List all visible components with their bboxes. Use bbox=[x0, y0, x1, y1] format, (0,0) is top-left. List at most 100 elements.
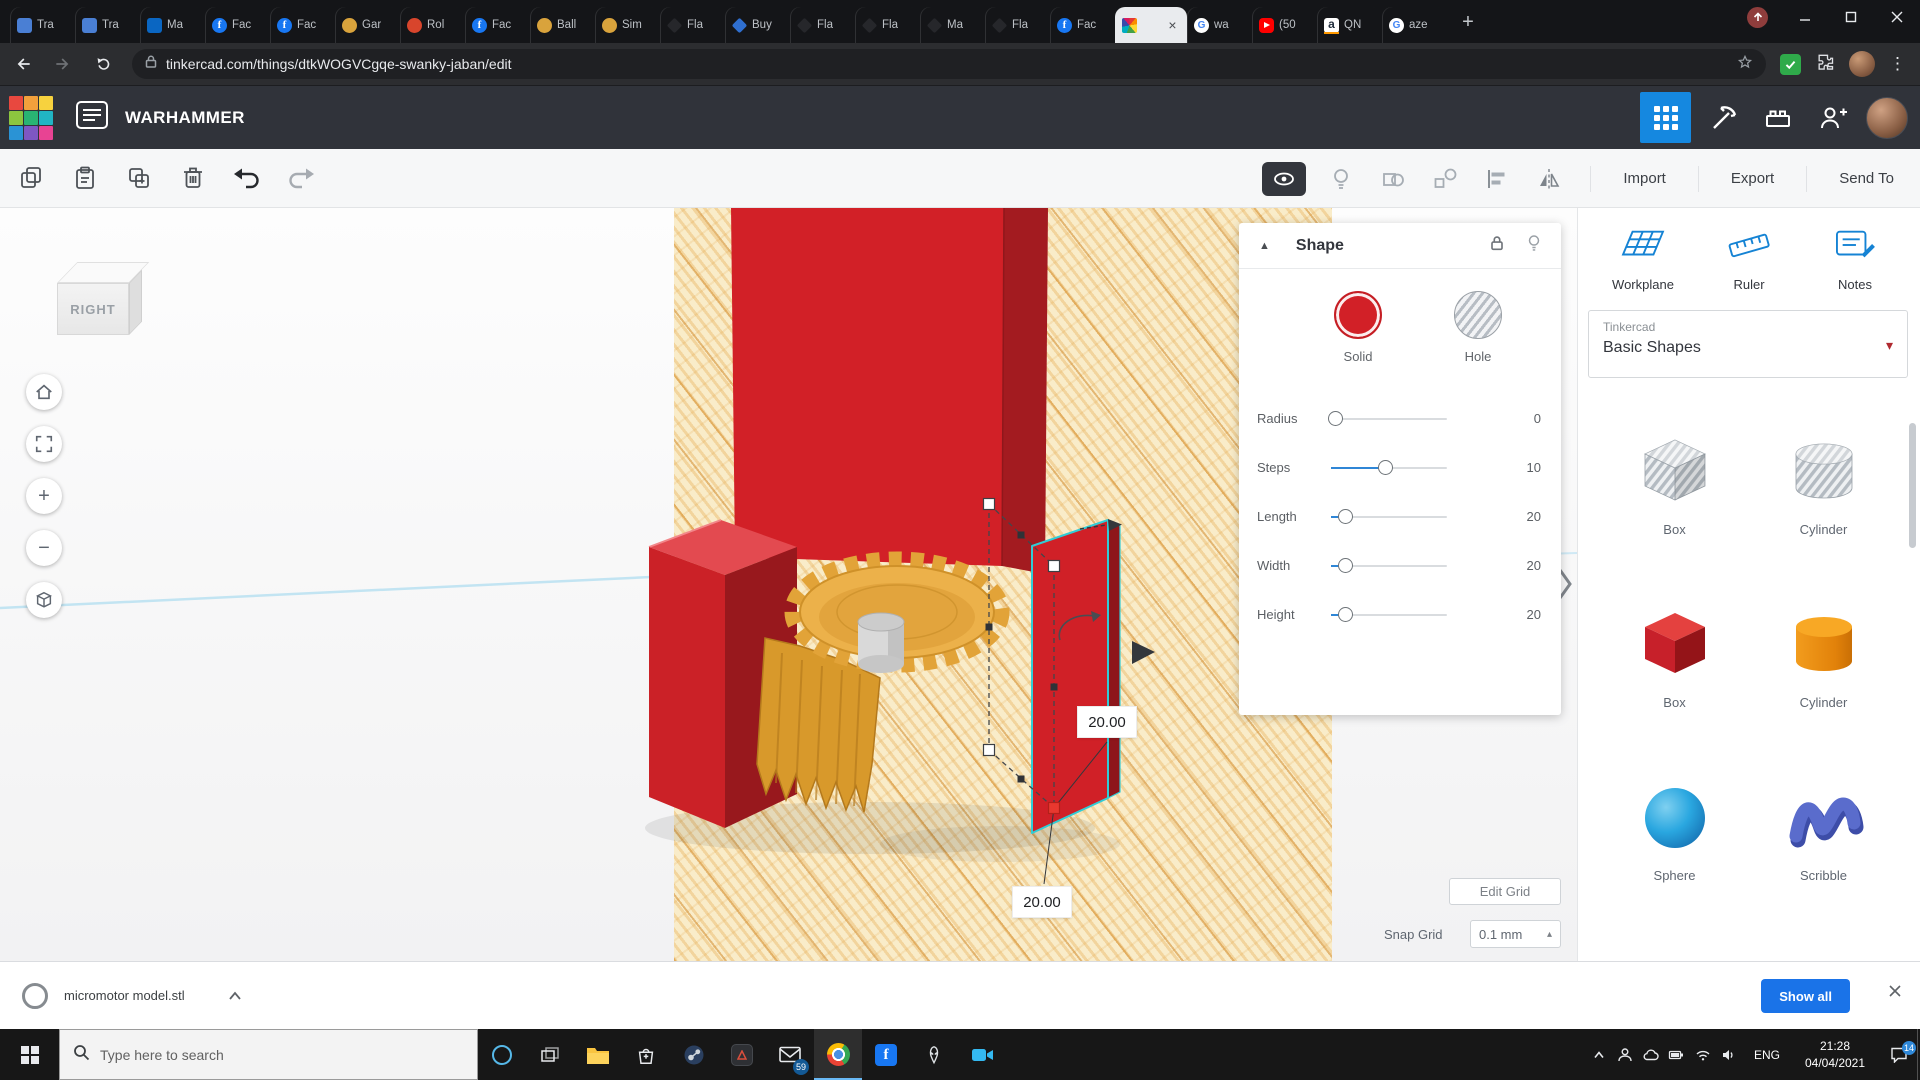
group-button[interactable] bbox=[1376, 162, 1410, 196]
solid-mode-button[interactable]: Solid bbox=[1313, 291, 1403, 364]
browser-tab[interactable]: Fac bbox=[205, 7, 270, 43]
browser-update-icon[interactable] bbox=[1747, 7, 1768, 28]
minecraft-pickaxe-icon[interactable] bbox=[1699, 94, 1746, 141]
teams-icon[interactable] bbox=[1612, 1047, 1638, 1063]
dimension-label-1[interactable]: 20.00 bbox=[1078, 707, 1136, 737]
browser-tab[interactable]: Tra bbox=[10, 7, 75, 43]
taskbar-clock[interactable]: 21:28 04/04/2021 bbox=[1792, 1038, 1878, 1070]
design-properties-icon[interactable] bbox=[75, 100, 109, 135]
action-center-icon[interactable]: 14 bbox=[1878, 1046, 1920, 1063]
download-item-menu-icon[interactable] bbox=[227, 989, 243, 1003]
shape-library-dropdown[interactable]: Tinkercad Basic Shapes ▾ bbox=[1588, 310, 1908, 378]
sidebar-scrollbar[interactable] bbox=[1909, 423, 1916, 548]
taskbar-search-input[interactable] bbox=[100, 1047, 430, 1063]
close-window-button[interactable] bbox=[1874, 0, 1920, 34]
url-omnibox[interactable]: tinkercad.com/things/dtkWOGVCgqe-swanky-… bbox=[132, 49, 1766, 79]
browser-tab[interactable]: Buy bbox=[725, 7, 790, 43]
shape-slider-row[interactable]: Steps 10 bbox=[1257, 443, 1541, 492]
download-filename[interactable]: micromotor model.stl bbox=[64, 988, 185, 1003]
view-cube-front-face[interactable]: RIGHT bbox=[57, 283, 129, 335]
zoom-out-button[interactable]: − bbox=[26, 530, 62, 566]
shape-item-scribble[interactable]: Scribble bbox=[1749, 776, 1898, 883]
view-cube-side-face[interactable] bbox=[129, 270, 142, 335]
tray-expand-icon[interactable] bbox=[1586, 1049, 1612, 1061]
ruler-tool[interactable]: Ruler bbox=[1699, 226, 1799, 292]
slider-track[interactable] bbox=[1331, 614, 1447, 616]
slider-knob[interactable] bbox=[1338, 607, 1353, 622]
microsoft-store-icon[interactable] bbox=[622, 1029, 670, 1080]
slider-value[interactable]: 0 bbox=[1534, 411, 1541, 426]
language-indicator[interactable]: ENG bbox=[1742, 1048, 1792, 1062]
browser-tab[interactable]: Fac bbox=[1050, 7, 1115, 43]
collaborate-icon[interactable] bbox=[1809, 94, 1856, 141]
browser-tab[interactable]: (50 bbox=[1252, 7, 1317, 43]
gear[interactable] bbox=[757, 559, 1002, 812]
video-app-icon[interactable] bbox=[958, 1029, 1006, 1080]
fit-view-button[interactable] bbox=[26, 426, 62, 462]
workplane-tool[interactable]: Workplane bbox=[1593, 226, 1693, 292]
move-cone-arrow[interactable] bbox=[1132, 641, 1155, 664]
browser-tab[interactable]: wa bbox=[1187, 7, 1252, 43]
export-button[interactable]: Export bbox=[1705, 149, 1800, 208]
minimize-button[interactable] bbox=[1782, 0, 1828, 34]
battery-icon[interactable] bbox=[1664, 1048, 1690, 1062]
cortana-button[interactable] bbox=[478, 1029, 526, 1080]
browser-tab[interactable]: Rol bbox=[400, 7, 465, 43]
slider-knob[interactable] bbox=[1338, 558, 1353, 573]
slider-value[interactable]: 20 bbox=[1527, 558, 1541, 573]
lock-icon[interactable] bbox=[144, 54, 158, 74]
alienware-icon[interactable] bbox=[910, 1029, 958, 1080]
hole-swatch[interactable] bbox=[1454, 291, 1502, 339]
url-text[interactable]: tinkercad.com/things/dtkWOGVCgqe-swanky-… bbox=[166, 56, 511, 72]
browser-tab[interactable]: aze bbox=[1382, 7, 1447, 43]
facebook-icon[interactable]: f bbox=[862, 1029, 910, 1080]
ungroup-button[interactable] bbox=[1428, 162, 1462, 196]
extensions-puzzle-icon[interactable] bbox=[1815, 52, 1835, 77]
zoom-in-button[interactable]: + bbox=[26, 478, 62, 514]
tab-close-icon[interactable] bbox=[1165, 18, 1180, 33]
forward-button[interactable] bbox=[46, 47, 80, 81]
shape-slider-row[interactable]: Length 20 bbox=[1257, 492, 1541, 541]
slider-value[interactable]: 20 bbox=[1527, 607, 1541, 622]
slider-knob[interactable] bbox=[1338, 509, 1353, 524]
file-explorer-icon[interactable] bbox=[574, 1029, 622, 1080]
slider-track[interactable] bbox=[1331, 565, 1447, 567]
game-launcher-icon[interactable] bbox=[718, 1029, 766, 1080]
slider-track[interactable] bbox=[1331, 467, 1447, 469]
dimension-label-2[interactable]: 20.00 bbox=[1013, 887, 1071, 917]
mirror-button[interactable] bbox=[1532, 162, 1566, 196]
panel-collapse-icon[interactable]: ▲ bbox=[1259, 240, 1270, 252]
shape-slider-row[interactable]: Radius 0 bbox=[1257, 394, 1541, 443]
browser-tab[interactable]: Tra bbox=[75, 7, 140, 43]
solid-swatch[interactable] bbox=[1334, 291, 1382, 339]
shape-item-box[interactable]: Box bbox=[1600, 603, 1749, 710]
slider-track[interactable] bbox=[1331, 418, 1447, 420]
notes-tool[interactable]: Notes bbox=[1805, 226, 1905, 292]
slider-value[interactable]: 20 bbox=[1527, 509, 1541, 524]
browser-tab[interactable]: Ma bbox=[140, 7, 205, 43]
taskbar-search[interactable] bbox=[59, 1029, 478, 1080]
lock-icon[interactable] bbox=[1487, 232, 1507, 259]
browser-menu-icon[interactable]: ⋮ bbox=[1889, 54, 1906, 74]
duplicate-button[interactable] bbox=[122, 161, 156, 195]
shape-item-sphere[interactable]: Sphere bbox=[1600, 776, 1749, 883]
design-title[interactable]: WARHAMMER bbox=[125, 108, 245, 128]
edit-grid-button[interactable]: Edit Grid bbox=[1449, 878, 1561, 905]
view-cube[interactable]: RIGHT bbox=[46, 260, 146, 348]
browser-tab[interactable]: Ma bbox=[920, 7, 985, 43]
chrome-icon[interactable] bbox=[814, 1029, 862, 1080]
steam-icon[interactable] bbox=[670, 1029, 718, 1080]
slider-track[interactable] bbox=[1331, 516, 1447, 518]
active-scale-handle[interactable] bbox=[1049, 803, 1060, 814]
browser-tab[interactable]: Fac bbox=[270, 7, 335, 43]
perspective-toggle-button[interactable] bbox=[26, 582, 62, 618]
show-all-hidden-button[interactable] bbox=[1262, 162, 1306, 196]
shape-item-box-hole[interactable]: Box bbox=[1600, 430, 1749, 537]
import-button[interactable]: Import bbox=[1597, 149, 1692, 208]
browser-tab[interactable]: Fla bbox=[985, 7, 1050, 43]
task-view-button[interactable] bbox=[526, 1029, 574, 1080]
onedrive-icon[interactable] bbox=[1638, 1048, 1664, 1062]
volume-icon[interactable] bbox=[1716, 1048, 1742, 1062]
slider-value[interactable]: 10 bbox=[1527, 460, 1541, 475]
redo-button[interactable] bbox=[284, 161, 318, 195]
